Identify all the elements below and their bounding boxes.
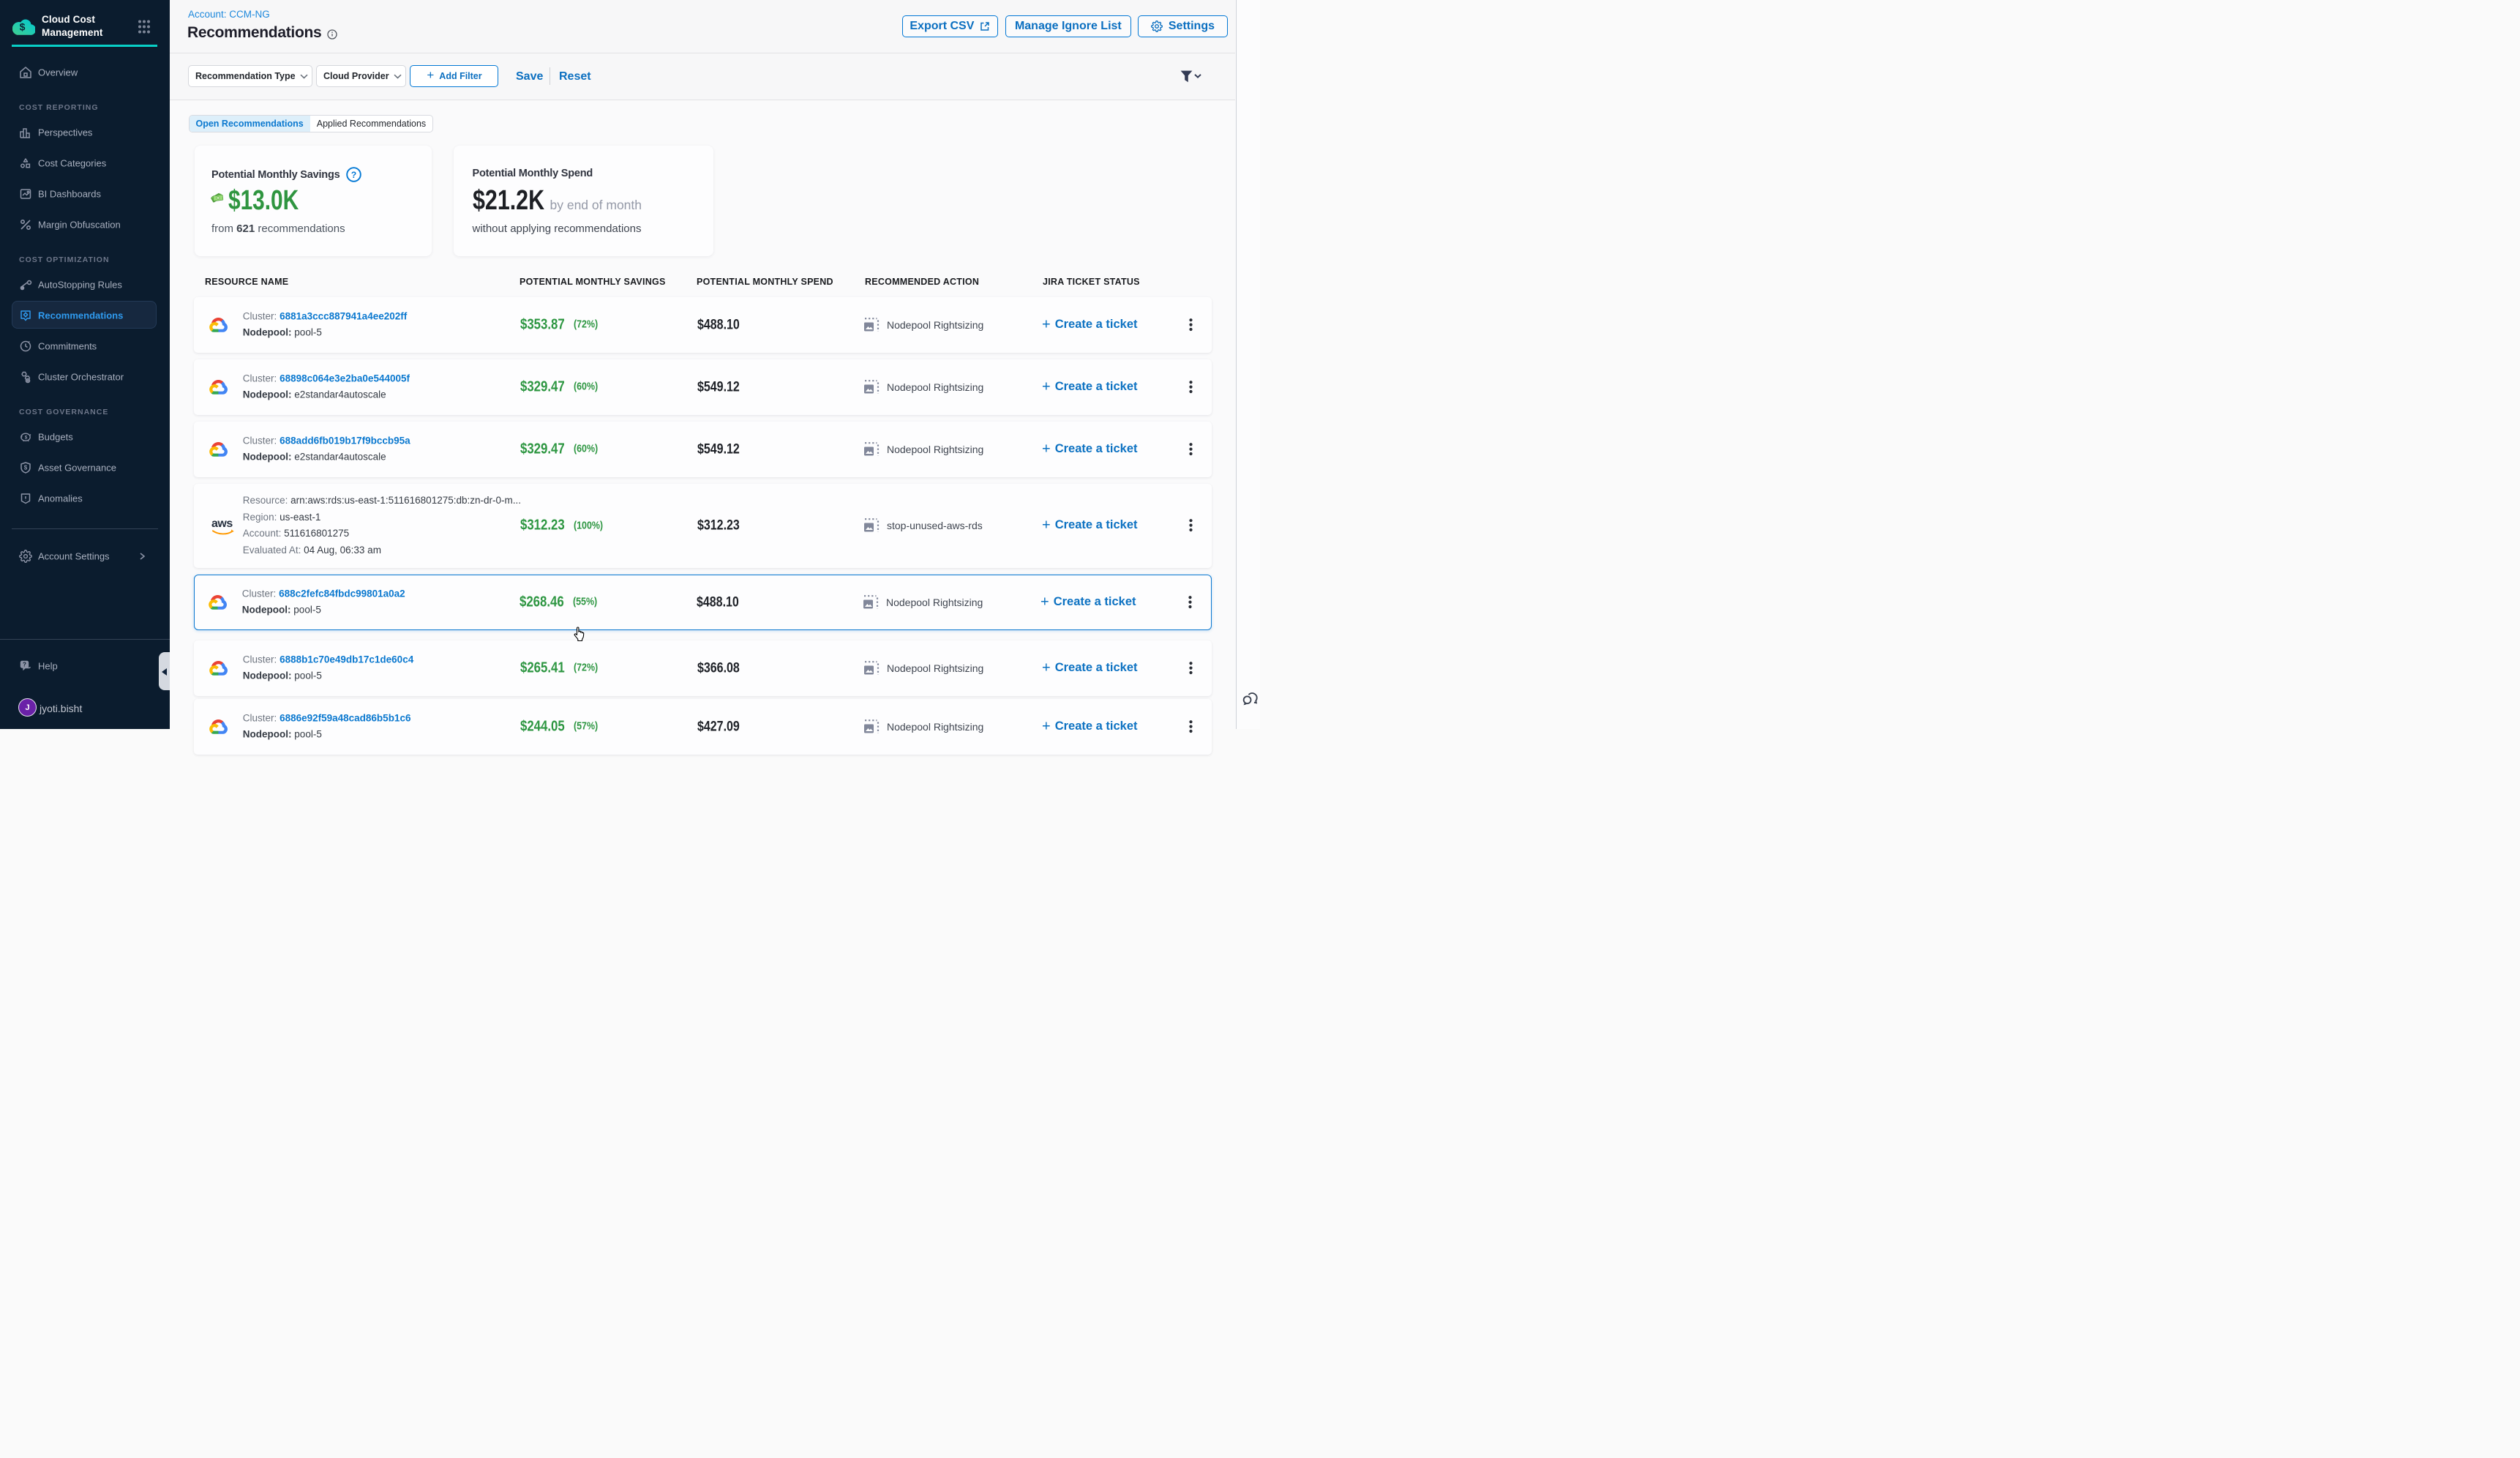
svg-text:?: ? xyxy=(23,662,26,668)
svg-text:?: ? xyxy=(351,170,356,180)
svg-text:$: $ xyxy=(25,435,28,440)
svg-text:$: $ xyxy=(24,465,28,471)
svg-text:$: $ xyxy=(20,21,26,33)
